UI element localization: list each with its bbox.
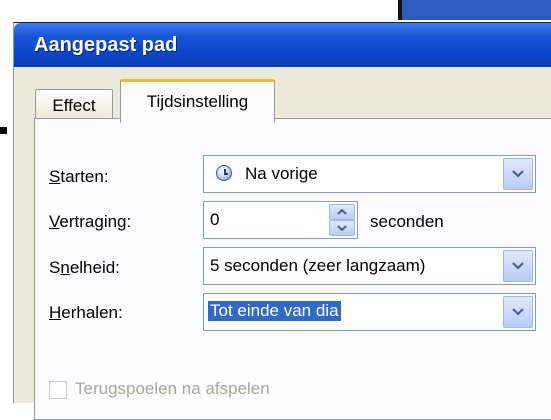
speed-label-accel: n [60,258,70,277]
start-label-rest: tarten: [60,167,109,186]
delay-label: Vertraging: [49,212,131,232]
repeat-label-accel: H [49,303,62,322]
speed-dropdown-button[interactable] [503,250,533,282]
start-value: Na vorige [245,164,318,183]
tab-effect[interactable]: Effect [35,89,113,120]
clock-icon [216,165,232,181]
arrow-up-icon [337,209,347,215]
rewind-label: Terugspoelen na afspelen [75,379,270,398]
tab-effect-label: Effect [52,96,96,115]
start-label-accel: S [49,167,61,186]
delay-label-rest: ertraging: [59,212,132,231]
speed-label-rest: elheid: [69,258,120,277]
repeat-dropdown-button[interactable] [503,296,533,328]
delay-spinner[interactable]: 0 [203,201,358,239]
start-dropdown-button[interactable] [503,158,533,190]
speed-label-pre: S [49,258,61,277]
speed-dropdown[interactable]: 5 seconden (zeer langzaam) [203,247,536,285]
speed-value: 5 seconden (zeer langzaam) [210,256,426,275]
speed-label: Snelheid: [49,258,120,278]
spin-down-button[interactable] [329,220,355,236]
delay-value: 0 [210,210,220,229]
rewind-checkbox[interactable] [49,381,67,399]
tab-timing-label: Tijdsinstelling [146,92,249,111]
tab-strip: Effect Tijdsinstelling [14,67,551,123]
dialog-window: Aangepast pad Effect Tijdsinstelling Sta… [13,22,551,420]
background-window-fragment [402,0,551,20]
chevron-down-icon [512,308,524,316]
background-dot [0,127,7,134]
dialog-title: Aangepast pad [34,34,178,56]
chevron-down-icon [512,170,524,178]
dialog-titlebar[interactable]: Aangepast pad [14,23,551,67]
repeat-label-rest: erhalen: [61,303,123,322]
delay-label-accel: V [49,212,60,231]
start-dropdown[interactable]: Na vorige [203,155,536,193]
start-label: Starten: [49,167,109,187]
arrow-down-icon [337,225,347,231]
chevron-down-icon [512,262,524,270]
tab-timing[interactable]: Tijdsinstelling [120,79,275,123]
delay-spin-buttons [329,204,355,236]
delay-unit: seconden [370,212,444,231]
repeat-label: Herhalen: [49,303,123,323]
repeat-dropdown[interactable]: Tot einde van dia [203,293,536,331]
spin-up-button[interactable] [329,204,355,220]
repeat-value: Tot einde van dia [208,301,341,321]
